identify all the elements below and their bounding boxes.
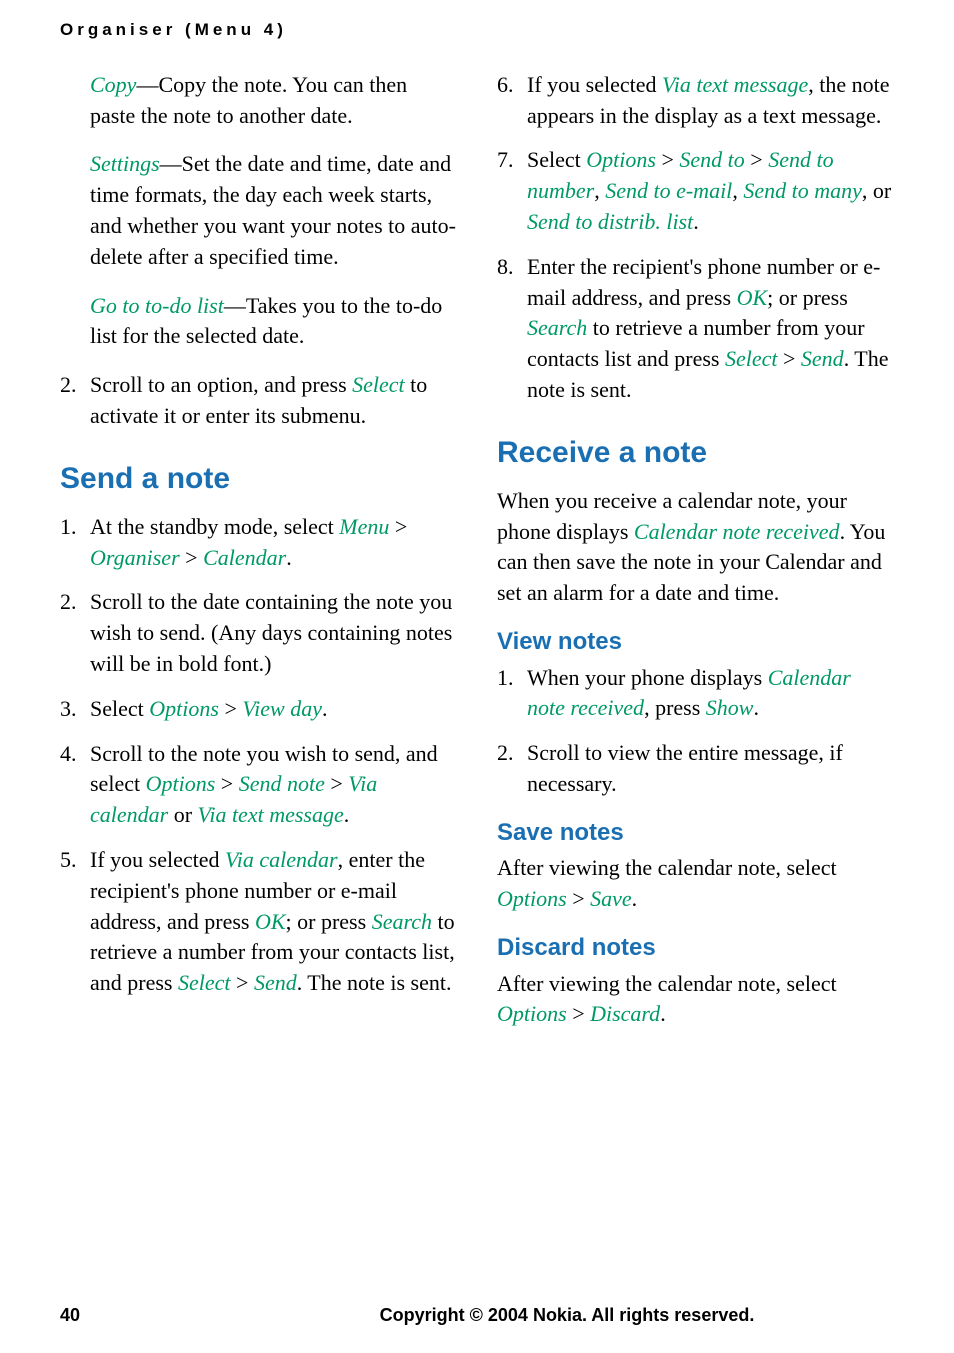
send-step-7: 7. Select Options > Send to > Send to nu… (497, 145, 894, 237)
item-number: 4. (60, 739, 90, 831)
send-a-note-heading: Send a note (60, 458, 457, 500)
send-step-5: 5. If you selected Via calendar, enter t… (60, 845, 457, 999)
menu-key: Menu (339, 514, 389, 539)
item-number: 2. (60, 370, 90, 432)
list-item-2: 2. Scroll to an option, and press Select… (60, 370, 457, 432)
item-number: 5. (60, 845, 90, 999)
item-text: Scroll to the note you wish to send, and… (90, 739, 457, 831)
item-text: Scroll to an option, and press Select to… (90, 370, 457, 432)
select-key: Select (352, 372, 405, 397)
send-to-distrib-list-key: Send to distrib. list (527, 209, 693, 234)
copy-item: Copy—Copy the note. You can then paste t… (60, 70, 457, 132)
view-step-1: 1. When your phone displays Calendar not… (497, 663, 894, 725)
options-key: Options (149, 696, 219, 721)
options-key: Options (146, 771, 216, 796)
view-step-2: 2. Scroll to view the entire message, if… (497, 738, 894, 800)
page-header: Organiser (Menu 4) (60, 18, 894, 42)
copy-label: Copy (90, 72, 136, 97)
via-text-message-key: Via text message (198, 802, 344, 827)
goto-item: Go to to-do list—Takes you to the to-do … (60, 291, 457, 353)
ok-key: OK (737, 285, 768, 310)
search-key: Search (527, 315, 587, 340)
via-text-message-key: Via text message (662, 72, 808, 97)
options-key: Options (586, 147, 656, 172)
item-text: If you selected Via text message, the no… (527, 70, 894, 132)
send-to-email-key: Send to e-mail (605, 178, 732, 203)
send-key: Send (254, 970, 297, 995)
item-text: If you selected Via calendar, enter the … (90, 845, 457, 999)
send-step-4: 4. Scroll to the note you wish to send, … (60, 739, 457, 831)
discard-paragraph: After viewing the calendar note, select … (497, 969, 894, 1031)
send-step-1: 1. At the standby mode, select Menu > Or… (60, 512, 457, 574)
item-text: Select Options > Send to > Send to numbe… (527, 145, 894, 237)
view-notes-heading: View notes (497, 625, 894, 659)
copy-text: —Copy the note. You can then paste the n… (90, 72, 407, 128)
item-text: When your phone displays Calendar note r… (527, 663, 894, 725)
send-step-2: 2. Scroll to the date containing the not… (60, 587, 457, 679)
item-number: 8. (497, 252, 527, 406)
select-key: Select (178, 970, 231, 995)
goto-label: Go to to-do list (90, 293, 224, 318)
item-text: Select Options > View day. (90, 694, 457, 725)
left-column: Copy—Copy the note. You can then paste t… (60, 70, 457, 1044)
settings-label: Settings (90, 151, 160, 176)
content-columns: Copy—Copy the note. You can then paste t… (60, 70, 894, 1044)
page-number: 40 (60, 1303, 240, 1328)
item-number: 3. (60, 694, 90, 725)
send-note-key: Send note (239, 771, 325, 796)
receive-a-note-heading: Receive a note (497, 432, 894, 474)
item-text: Scroll to the date containing the note y… (90, 587, 457, 679)
organiser-key: Organiser (90, 545, 180, 570)
select-key: Select (725, 346, 778, 371)
options-key: Options (497, 1001, 567, 1026)
settings-item: Settings—Set the date and time, date and… (60, 149, 457, 272)
calendar-key: Calendar (203, 545, 286, 570)
save-notes-heading: Save notes (497, 816, 894, 850)
right-column: 6. If you selected Via text message, the… (497, 70, 894, 1044)
send-key: Send (801, 346, 844, 371)
item-number: 6. (497, 70, 527, 132)
send-step-6: 6. If you selected Via text message, the… (497, 70, 894, 132)
item-number: 1. (497, 663, 527, 725)
item-text: Enter the recipient's phone number or e-… (527, 252, 894, 406)
send-step-8: 8. Enter the recipient's phone number or… (497, 252, 894, 406)
receive-paragraph: When you receive a calendar note, your p… (497, 486, 894, 609)
copyright-text: Copyright © 2004 Nokia. All rights reser… (240, 1303, 894, 1328)
options-key: Options (497, 886, 567, 911)
via-calendar-key: Via calendar (225, 847, 338, 872)
show-key: Show (706, 695, 754, 720)
ok-key: OK (255, 909, 286, 934)
send-step-3: 3. Select Options > View day. (60, 694, 457, 725)
calendar-note-received-key: Calendar note received (634, 519, 840, 544)
save-key: Save (590, 886, 632, 911)
discard-key: Discard (590, 1001, 660, 1026)
item-text: Scroll to view the entire message, if ne… (527, 738, 894, 800)
page-footer: 40 Copyright © 2004 Nokia. All rights re… (60, 1303, 894, 1328)
item-text: At the standby mode, select Menu > Organ… (90, 512, 457, 574)
discard-notes-heading: Discard notes (497, 931, 894, 965)
save-paragraph: After viewing the calendar note, select … (497, 853, 894, 915)
send-to-many-key: Send to many (743, 178, 862, 203)
item-number: 2. (60, 587, 90, 679)
view-day-key: View day (242, 696, 322, 721)
search-key: Search (372, 909, 432, 934)
item-number: 2. (497, 738, 527, 800)
item-number: 1. (60, 512, 90, 574)
item-number: 7. (497, 145, 527, 237)
send-to-key: Send to (679, 147, 744, 172)
